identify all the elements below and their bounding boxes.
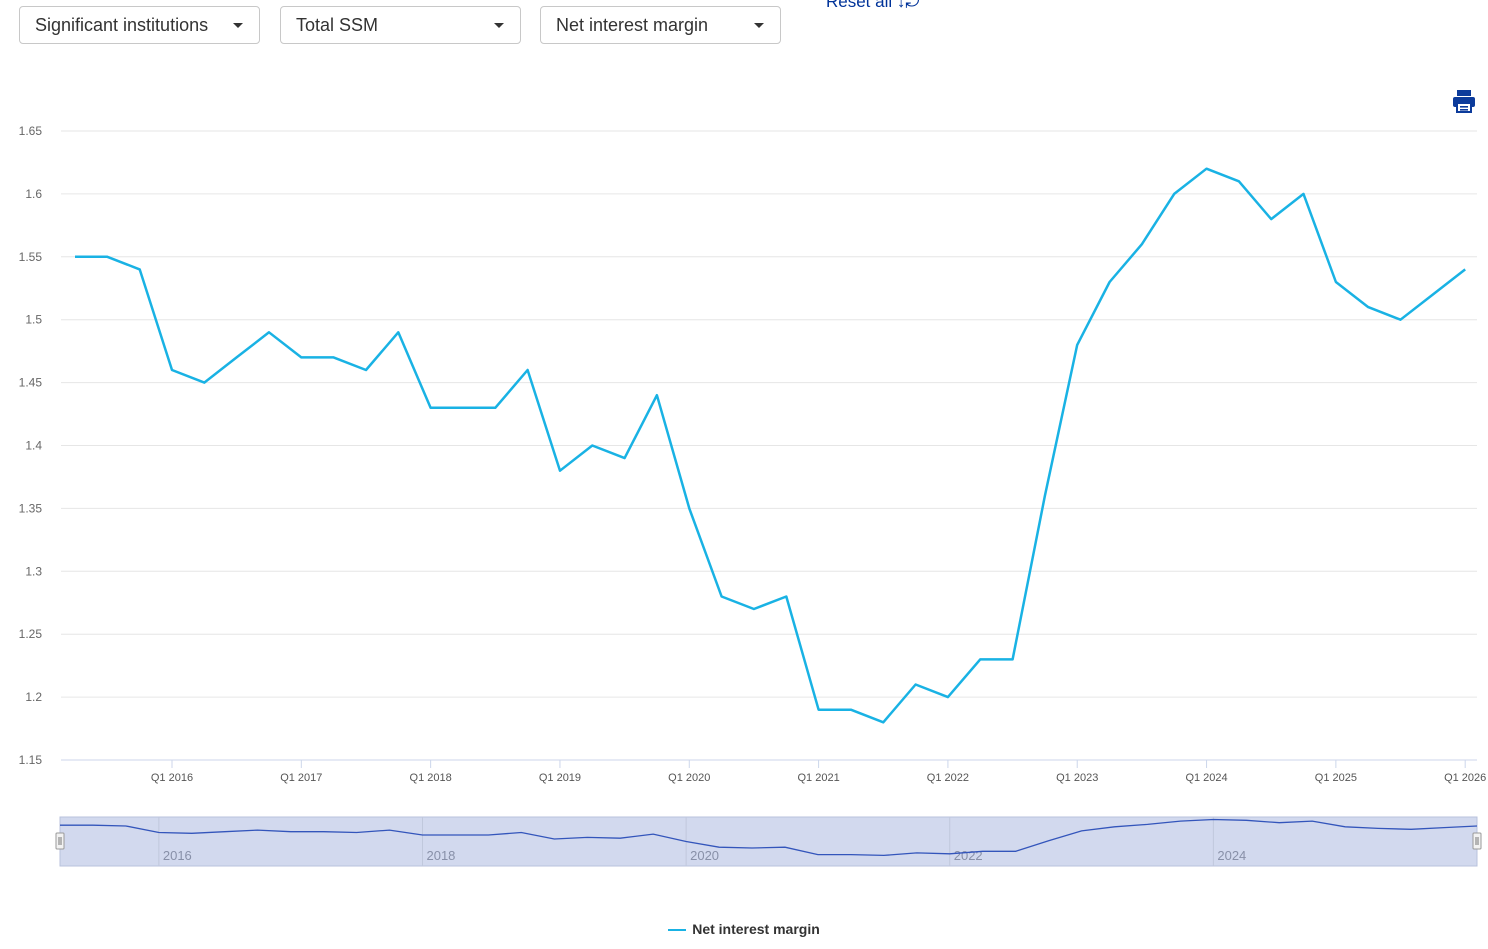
- navigator-window: [59, 816, 1478, 867]
- y-tick-label: 1.35: [19, 501, 43, 515]
- y-tick-label: 1.55: [19, 250, 43, 264]
- x-tick-label: Q1 2017: [280, 772, 322, 784]
- y-tick-label: 1.25: [19, 627, 43, 641]
- grid-lines: [61, 130, 1477, 761]
- navigator: 2016 2018 2020 2022 2024: [55, 816, 1482, 867]
- x-tick-label: Q1 2026: [1444, 772, 1486, 784]
- legend-label: Net interest margin: [692, 921, 820, 937]
- y-tick-label: 1.3: [25, 564, 42, 578]
- y-tick-label: 1.4: [25, 439, 42, 453]
- x-axis: Q1 2016 Q1 2017 Q1 2018 Q1 2019 Q1 2020 Q1 20…: [151, 760, 1486, 784]
- x-tick-label: Q1 2016: [151, 772, 193, 784]
- y-tick-label: 1.15: [19, 753, 43, 767]
- line-chart: 1.151.21.251.31.351.41.451.51.551.61.65 …: [19, 124, 1486, 867]
- navigator-left-handle[interactable]: [55, 832, 65, 850]
- x-tick-label: Q1 2021: [797, 772, 839, 784]
- y-tick-label: 1.5: [25, 313, 42, 327]
- x-tick-label: Q1 2024: [1185, 772, 1227, 784]
- x-tick-label: Q1 2019: [539, 772, 581, 784]
- navigator-tick-label: 2022: [954, 848, 983, 863]
- x-tick-label: Q1 2023: [1056, 772, 1098, 784]
- x-tick-label: Q1 2025: [1315, 772, 1357, 784]
- navigator-right-handle[interactable]: [1472, 832, 1482, 850]
- y-tick-label: 1.65: [19, 124, 43, 138]
- x-tick-label: Q1 2022: [927, 772, 969, 784]
- y-tick-label: 1.45: [19, 376, 43, 390]
- y-tick-label: 1.2: [25, 690, 42, 704]
- navigator-tick-label: 2018: [426, 848, 455, 863]
- legend[interactable]: Net interest margin: [0, 921, 1488, 937]
- x-tick-label: Q1 2020: [668, 772, 710, 784]
- x-tick-label: Q1 2018: [410, 772, 452, 784]
- navigator-tick-label: 2016: [163, 848, 192, 863]
- navigator-tick-label: 2024: [1217, 848, 1246, 863]
- legend-swatch: [668, 929, 687, 932]
- navigator-tick-label: 2020: [690, 848, 719, 863]
- y-axis: 1.15 1.2 1.25 1.3 1.35 1.4 1.45 1.5 1.55 1.6 1.65: [19, 124, 43, 767]
- y-tick-label: 1.6: [25, 187, 42, 201]
